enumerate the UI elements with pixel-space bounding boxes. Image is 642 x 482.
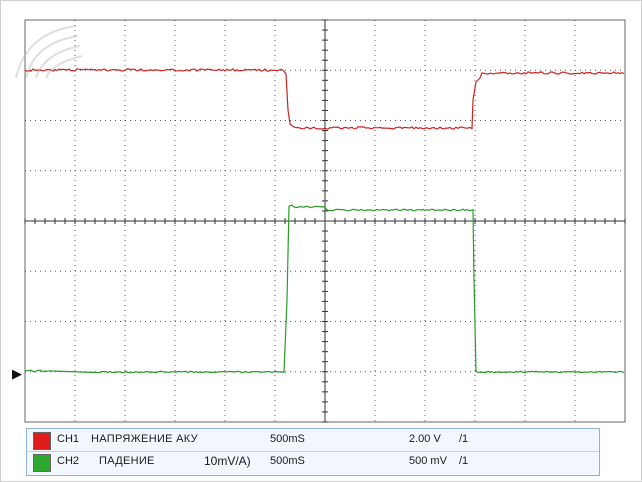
ch2-volts-div: 500 mV xyxy=(409,455,447,467)
ch1-timebase: 500mS xyxy=(270,433,305,445)
ch2-color-swatch[interactable] xyxy=(33,454,51,472)
ch1-id: CH1 xyxy=(57,433,80,445)
legend-row-ch1[interactable]: CH1 НАПРЯЖЕНИЕ АКУ 500mS 2.00 V /1 xyxy=(27,431,599,451)
ch1-color-swatch[interactable] xyxy=(33,432,51,450)
ch2-scale-note: 10mV/A) xyxy=(204,454,251,468)
ch2-timebase: 500mS xyxy=(270,455,305,467)
channel-legend: CH1 НАПРЯЖЕНИЕ АКУ 500mS 2.00 V /1 CH2 П… xyxy=(26,428,600,476)
ch2-label: ПАДЕНИЕ xyxy=(99,455,155,467)
ch1-label: НАПРЯЖЕНИЕ АКУ xyxy=(91,433,198,445)
ch2-probe: /1 xyxy=(459,455,469,467)
legend-row-ch2[interactable]: CH2 ПАДЕНИЕ 10mV/A) 500mS 500 mV /1 xyxy=(27,453,599,473)
trigger-level-marker[interactable]: ▶ xyxy=(12,366,22,381)
ch1-volts-div: 2.00 V xyxy=(409,433,441,445)
ch1-probe: /1 xyxy=(459,433,469,445)
legend-divider xyxy=(27,451,599,452)
site-logo-watermark-icon xyxy=(15,25,83,79)
ch2-id: CH2 xyxy=(57,455,80,467)
